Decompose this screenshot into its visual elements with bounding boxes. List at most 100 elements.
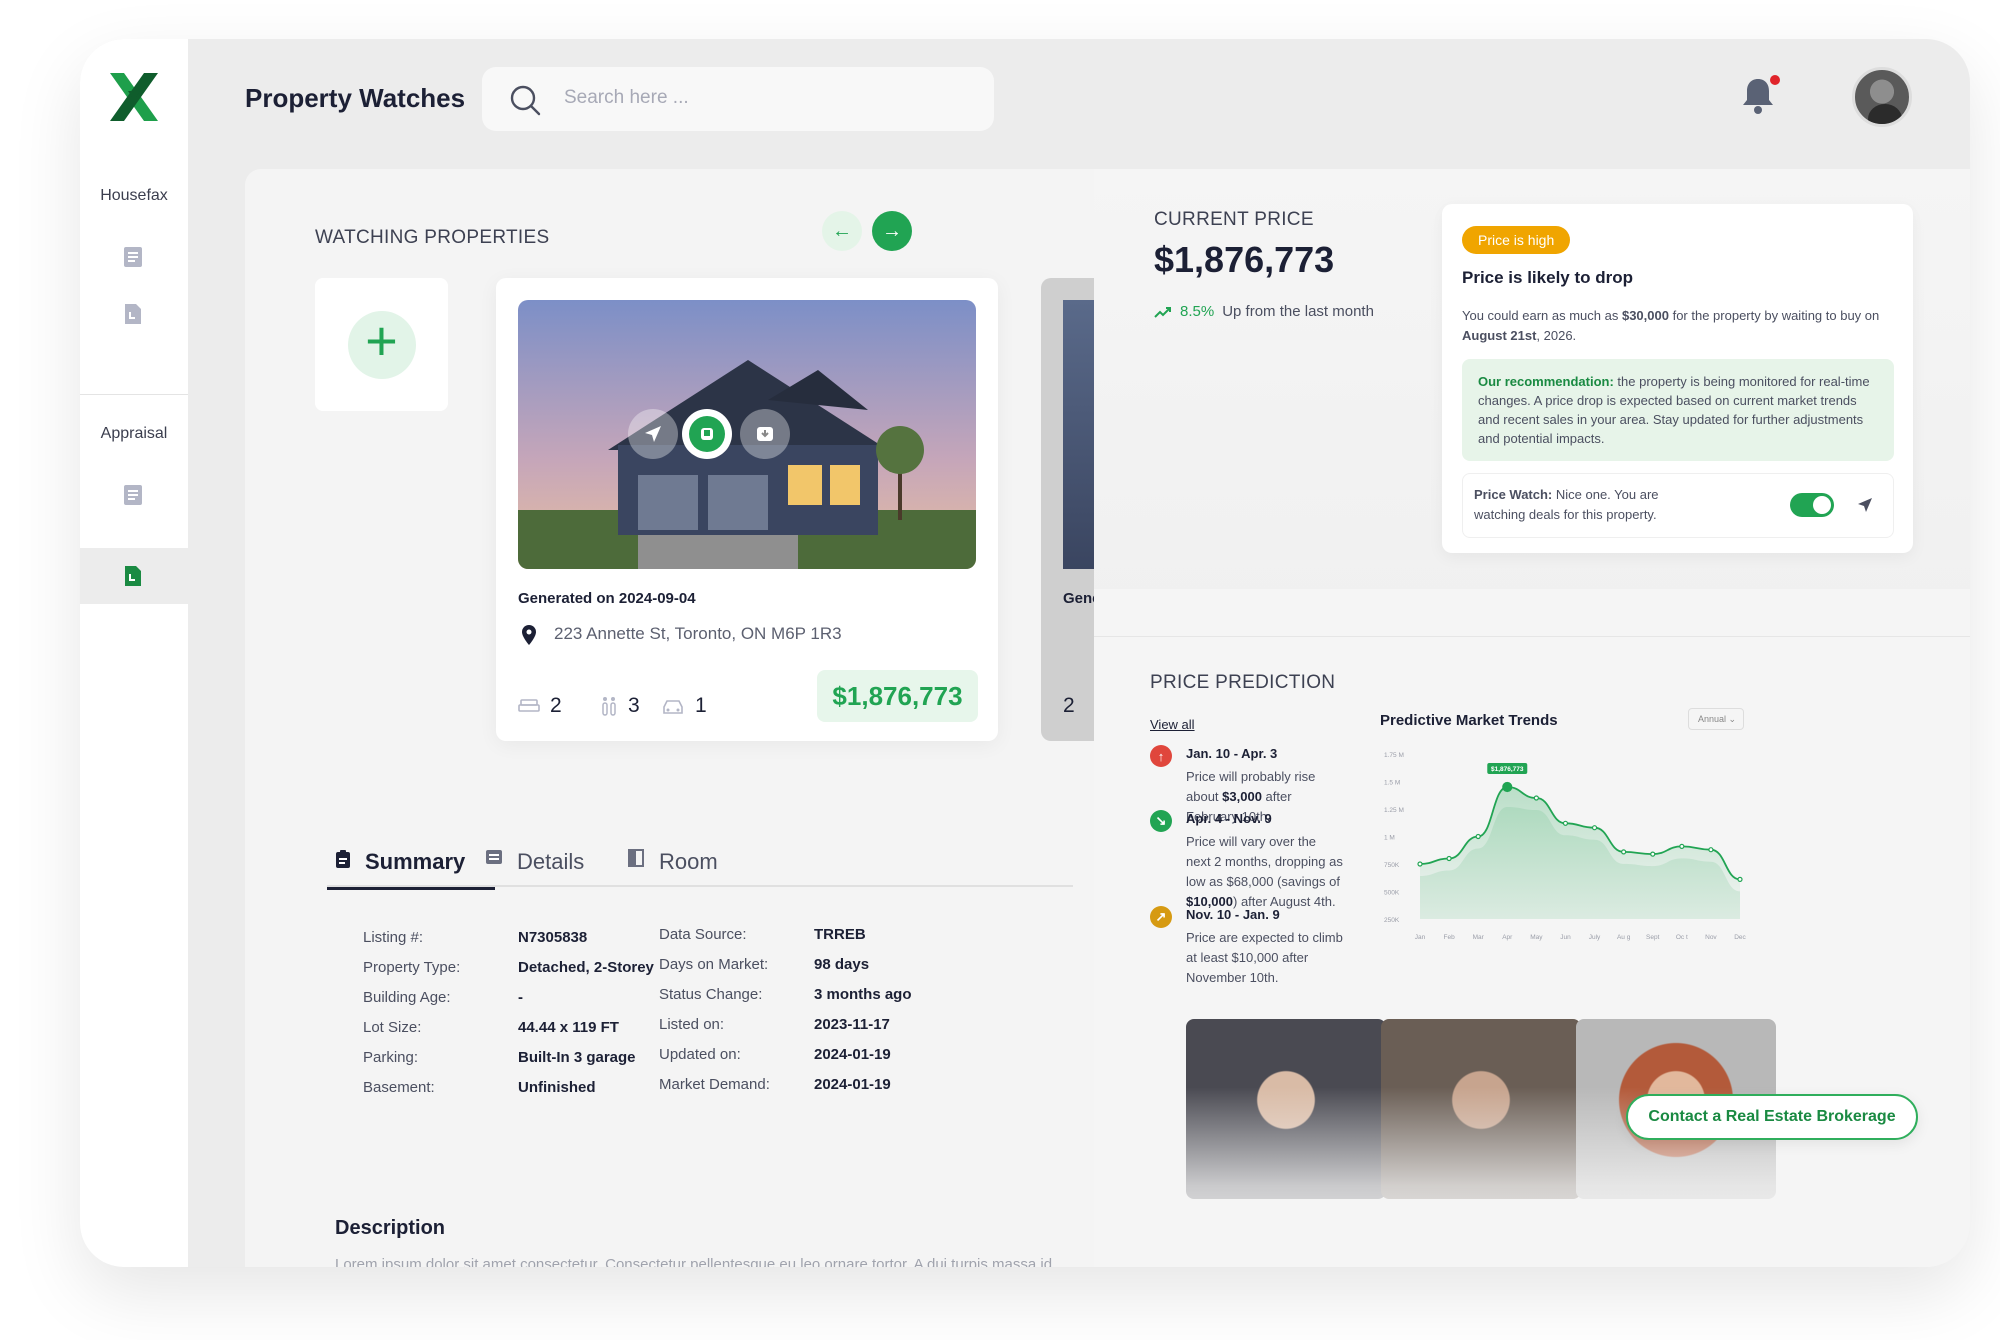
sidebar: Housefax Appraisal (80, 39, 188, 1267)
chevron-down-icon: ⌄ (1728, 714, 1737, 724)
data-point (1533, 795, 1539, 801)
prediction-text: Price are expected to climb at least $10… (1186, 930, 1343, 985)
description-text: Lorem ipsum dolor sit amet consectetur. … (335, 1256, 1053, 1267)
spec-label: Building Age: (363, 989, 451, 1006)
spec-row: Updated on: 2024-01-19 (659, 1046, 912, 1076)
spec-label: Listed on: (659, 1016, 725, 1033)
spec-value: TRREB (814, 926, 866, 943)
clipboard-icon (336, 850, 350, 868)
tab-details[interactable]: Details (485, 849, 584, 889)
next-arrow-button[interactable]: → (872, 211, 912, 251)
property-card[interactable]: Generated on 2024-09-04 223 Annette St, … (496, 278, 998, 741)
price-change-text: Up from the last month (1222, 303, 1374, 320)
baths-count: 3 (628, 694, 640, 717)
spec-label: Status Change: (659, 986, 763, 1003)
spec-label: Updated on: (659, 1046, 741, 1063)
location-pin-icon (522, 625, 536, 645)
garage-count: 1 (695, 694, 707, 717)
contact-brokerage-button[interactable]: Contact a Real Estate Brokerage (1626, 1094, 1918, 1140)
garage-feature: 1 (661, 694, 707, 718)
y-tick-label: 1 M (1384, 835, 1395, 842)
list-icon (486, 850, 502, 864)
x-tick-label: Dec (1734, 934, 1746, 941)
data-point (1446, 855, 1452, 862)
property-address: 223 Annette St, Toronto, ON M6P 1R3 (554, 624, 842, 643)
search-placeholder: Search here ... (564, 87, 689, 108)
prev-arrow-button[interactable]: ← (822, 211, 862, 251)
bed-icon (518, 699, 540, 712)
market-trends-chart: 1.75 M 1.5 M 1.25 M 1 M 750K 500K 250K Jan Feb Ma… (1384, 752, 1747, 941)
price-watch-box: Price Watch: Nice one. You are watching … (1462, 473, 1894, 538)
send-icon (645, 426, 661, 442)
watch-button[interactable] (682, 409, 732, 459)
spec-value: 98 days (814, 956, 870, 973)
data-point (1562, 820, 1569, 826)
prediction-date: Nov. 10 - Jan. 9 (1186, 907, 1280, 922)
bath-icon (602, 697, 616, 716)
active-tab-indicator (327, 887, 495, 890)
download-button[interactable] (740, 409, 790, 459)
view-all-link[interactable]: View all (1150, 717, 1195, 732)
add-property-button[interactable]: + (315, 278, 448, 411)
generated-date: Generated on 2024-09-04 (518, 590, 696, 607)
plus-icon: + (347, 310, 416, 379)
document-icon[interactable] (120, 563, 146, 589)
spec-row: Days on Market: 98 days (659, 956, 912, 986)
spec-row: Listing #: N7305838 (363, 929, 654, 959)
trend-up-icon (1154, 306, 1171, 318)
current-price-value: $1,876,773 (1154, 239, 1335, 280)
car-icon (663, 700, 683, 714)
price-change-pct: 8.5% (1180, 303, 1215, 320)
x-tick-label: Mar (1473, 934, 1485, 941)
sidebar-section-appraisal: Appraisal (100, 425, 168, 442)
status-badge: Price is high (1462, 226, 1571, 254)
housefax-logo[interactable] (108, 71, 160, 123)
spec-label: Parking: (363, 1049, 419, 1066)
x-tick-label: Jan (1415, 934, 1426, 941)
data-point (1621, 849, 1627, 855)
prediction-date: Jan. 10 - Apr. 3 (1186, 746, 1278, 761)
spec-value: 44.44 x 119 FT (518, 1019, 619, 1036)
spec-row: Status Change: 3 months ago (659, 986, 912, 1016)
spec-value: Detached, 2-Storey (518, 959, 654, 976)
beds-feature: 2 (518, 694, 562, 718)
data-point (1417, 861, 1423, 867)
spec-row: Lot Size: 44.44 x 119 FT (363, 1019, 654, 1049)
property-image (518, 300, 976, 569)
spec-row: Market Demand: 2024-01-19 (659, 1076, 912, 1106)
data-point (1737, 876, 1743, 882)
period-select[interactable]: Annual ⌄ (1688, 708, 1744, 730)
spec-row: Data Source: TRREB (659, 926, 912, 956)
series-area (1420, 787, 1740, 919)
summary-right: Data Source: TRREB Days on Market: 98 days S… (659, 926, 912, 1106)
price-panel: CURRENT PRICE $1,876,773 8.5% Up from th… (1094, 169, 1970, 1267)
x-tick-label: Au g (1617, 934, 1631, 941)
y-tick-label: 1.5 M (1384, 780, 1400, 787)
summary-left: Listing #: N7305838 Property Type: Detached… (363, 929, 654, 1109)
spec-label: Basement: (363, 1079, 435, 1096)
x-tick-label: Feb (1443, 934, 1455, 941)
notification-dot (1770, 75, 1780, 85)
sidebar-section-housefax: Housefax (100, 187, 168, 204)
spec-value: - (518, 989, 523, 1006)
spec-value: 3 months ago (814, 986, 912, 1003)
send-button[interactable] (628, 409, 678, 459)
arrow-up-icon: ↗ (1150, 906, 1172, 928)
chart-title: Predictive Market Trends (1380, 712, 1558, 729)
price-change: 8.5% Up from the last month (1154, 303, 1374, 320)
watching-properties-label: WATCHING PROPERTIES (315, 227, 550, 248)
report-icon[interactable] (120, 482, 146, 508)
report-icon[interactable] (120, 244, 146, 270)
send-icon[interactable] (1852, 492, 1878, 518)
search-input[interactable]: Search here ... (482, 67, 994, 131)
price-watch-toggle[interactable] (1790, 493, 1834, 517)
page-title: Property Watches (245, 83, 466, 113)
data-point (1679, 843, 1685, 850)
document-icon[interactable] (120, 301, 146, 327)
spec-value: 2024-01-19 (814, 1076, 891, 1093)
prediction-date: Apr. 4 - Nov. 9 (1186, 811, 1272, 826)
tab-summary[interactable]: Summary (335, 849, 465, 889)
prediction-text: Price will vary over the next 2 months, … (1186, 834, 1343, 909)
tab-room[interactable]: Room (627, 849, 718, 889)
avatar[interactable] (1852, 67, 1912, 127)
